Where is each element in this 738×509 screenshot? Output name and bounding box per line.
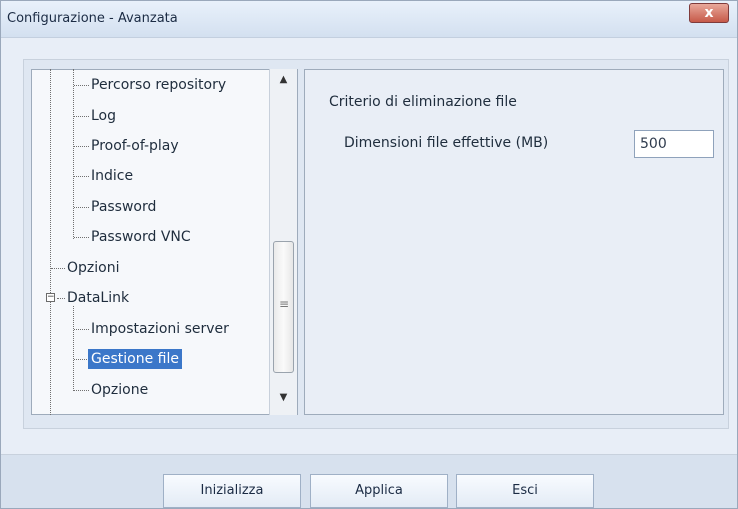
tree-item-label: Proof-of-play (91, 138, 179, 154)
tree-branch-line (74, 237, 89, 238)
settings-window: Configurazione - Avanzata x − Percorso r… (0, 0, 738, 509)
tree-item-proof-of-play[interactable]: Proof-of-play (91, 134, 179, 158)
tree-item-label: Gestione file (88, 349, 182, 369)
tree-item-gestione-file[interactable]: Gestione file (88, 347, 182, 371)
close-icon: x (704, 5, 714, 21)
tree-item-password-vnc[interactable]: Password VNC (91, 225, 191, 249)
tree-branch-line (57, 298, 65, 299)
tree-branch-line (74, 329, 89, 330)
tree-item-label: Opzione (91, 382, 149, 398)
tree-branch-line (74, 146, 89, 147)
tree-item-password[interactable]: Password (91, 195, 156, 219)
close-button[interactable]: x (689, 3, 729, 23)
tree-item-percorso-repository[interactable]: Percorso repository (91, 73, 226, 97)
tree-item-opzioni[interactable]: Opzioni (67, 256, 119, 280)
tree-item-datalink[interactable]: DataLink (67, 286, 129, 310)
tree-branch-line (74, 207, 89, 208)
initialize-button[interactable]: Inizializza (163, 474, 301, 508)
tree-item-label: Impostazioni server (91, 321, 229, 337)
tree-item-label: Opzioni (67, 260, 120, 276)
window-title: Configurazione - Avanzata (7, 11, 178, 26)
tree-scrollbar[interactable]: ▲ ≡ ▼ (269, 69, 297, 415)
section-title: Criterio di eliminazione file (329, 94, 517, 110)
tree-guide-line (50, 69, 51, 415)
tree-branch-line (74, 390, 89, 391)
tree-item-label: Log (91, 108, 117, 124)
scroll-grip-icon: ≡ (279, 297, 290, 311)
tree-guide-line (73, 69, 74, 239)
scroll-up-icon[interactable]: ▲ (270, 69, 297, 91)
tree-item-label: Percorso repository (91, 77, 227, 93)
tree-branch-line (74, 176, 89, 177)
tree-item-indice[interactable]: Indice (91, 164, 133, 188)
file-management-panel (304, 69, 724, 415)
tree-branch-line (74, 116, 89, 117)
tree-item-impostazioni-server[interactable]: Impostazioni server (91, 317, 229, 341)
scroll-down-icon[interactable]: ▼ (270, 387, 297, 409)
collapse-icon[interactable]: − (46, 293, 55, 302)
apply-button[interactable]: Applica (310, 474, 448, 508)
tree-item-label: Password VNC (91, 229, 191, 245)
tree-item-label: Password (91, 199, 157, 215)
file-size-label: Dimensioni file effettive (MB) (344, 135, 549, 151)
tree-item-log[interactable]: Log (91, 104, 116, 128)
tree-branch-line (74, 85, 89, 86)
exit-button[interactable]: Esci (456, 474, 594, 508)
tree-branch-line (74, 359, 89, 360)
tree-item-opzione[interactable]: Opzione (91, 378, 148, 402)
tree-guide-line (73, 306, 74, 391)
scroll-thumb[interactable]: ≡ (273, 241, 294, 373)
tree-item-label: Indice (91, 168, 134, 184)
tree-branch-line (51, 268, 65, 269)
file-size-input[interactable] (634, 130, 714, 158)
title-bar[interactable]: Configurazione - Avanzata x (1, 1, 737, 38)
tree-item-label: DataLink (67, 290, 130, 306)
